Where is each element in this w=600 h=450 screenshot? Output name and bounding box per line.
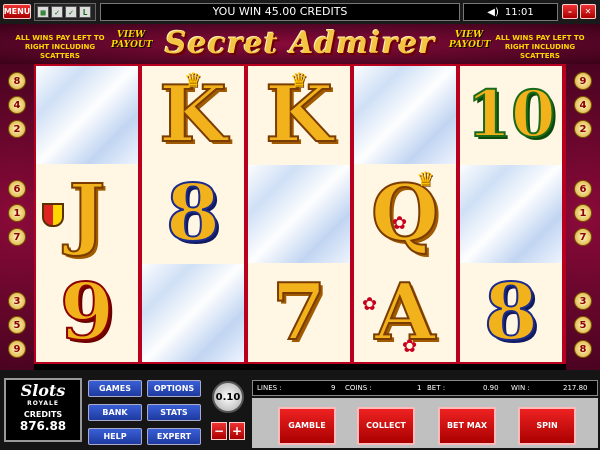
- coin-decrease-button[interactable]: −: [211, 422, 227, 440]
- payline-badge[interactable]: 4: [574, 96, 592, 114]
- rose-icon: ✿: [402, 336, 418, 357]
- options-button[interactable]: OPTIONS: [147, 380, 201, 397]
- check-icon-2[interactable]: ✓: [65, 6, 77, 18]
- menu-button[interactable]: MENU: [3, 4, 31, 19]
- reel-2: ♛ K 8: [142, 66, 244, 362]
- coins-label: COINS :: [345, 384, 372, 392]
- spin-button[interactable]: SPIN: [518, 407, 576, 445]
- coins-value: 1: [417, 384, 422, 392]
- eight-symbol: 8: [483, 267, 539, 358]
- view-payout-left-button[interactable]: VIEW PAYOUT: [111, 30, 152, 50]
- payline-badge[interactable]: 5: [574, 316, 592, 334]
- payline-badge[interactable]: 3: [574, 292, 592, 310]
- coin-size-display: 0.10: [212, 381, 244, 413]
- quick-icons: ▦ ✓ ✓ L: [34, 3, 96, 21]
- view-payout-right-button[interactable]: VIEW PAYOUT: [449, 30, 490, 50]
- jack-symbol: J: [36, 165, 138, 263]
- payline-badge[interactable]: 6: [8, 180, 26, 198]
- credits-display: Slots ROYALE CREDITS 876.88: [4, 378, 82, 442]
- payline-badge[interactable]: 8: [8, 72, 26, 90]
- speaker-icon[interactable]: ◀): [487, 7, 499, 18]
- clock-area: ◀) 11:01: [463, 3, 558, 21]
- diamond-scatter-symbol: [248, 165, 350, 263]
- win-message: YOU WIN 45.00 CREDITS: [100, 3, 460, 21]
- reel-5: 10 8: [460, 66, 562, 362]
- stats-button[interactable]: STATS: [147, 404, 201, 421]
- rule-text-right: ALL WINS PAY LEFT TO RIGHT INCLUDING SCA…: [495, 34, 585, 60]
- expert-button[interactable]: EXPERT: [147, 428, 201, 445]
- king-symbol: ♛ K: [264, 68, 334, 160]
- check-icon[interactable]: ✓: [51, 6, 63, 18]
- credits-value: 876.88: [19, 419, 67, 433]
- payline-badge[interactable]: 7: [8, 228, 26, 246]
- top-bar: MENU ▦ ✓ ✓ L YOU WIN 45.00 CREDITS ◀) 11…: [0, 0, 600, 24]
- payline-badge[interactable]: 6: [574, 180, 592, 198]
- payline-badge[interactable]: 3: [8, 292, 26, 310]
- crown-icon: ♛: [184, 68, 202, 92]
- ten-symbol: 10: [465, 77, 556, 152]
- shield-icon: [42, 203, 64, 227]
- casino-logo-sub: ROYALE: [27, 400, 59, 407]
- payline-badge[interactable]: 8: [574, 340, 592, 358]
- lines-label: LINES :: [257, 384, 282, 392]
- bet-label: BET :: [427, 384, 446, 392]
- help-button[interactable]: HELP: [88, 428, 142, 445]
- lines-value: 9: [331, 384, 336, 392]
- minimize-button[interactable]: –: [562, 4, 578, 19]
- reel-area: J 9 ♛ K 8 ♛ K 7 ♛ Q ✿ ✿ A ✿ 10 8: [34, 64, 566, 364]
- credits-label: CREDITS: [23, 410, 63, 419]
- list-icon[interactable]: L: [79, 6, 91, 18]
- ace-symbol: ✿ A ✿: [362, 267, 436, 358]
- payline-badge[interactable]: 7: [574, 228, 592, 246]
- payline-badge[interactable]: 2: [8, 120, 26, 138]
- bank-button[interactable]: BANK: [88, 404, 142, 421]
- coin-increase-button[interactable]: +: [229, 422, 245, 440]
- payline-badge[interactable]: 2: [574, 120, 592, 138]
- sound-icon[interactable]: ▦: [37, 6, 49, 18]
- reel-4: ♛ Q ✿ ✿ A ✿: [354, 66, 456, 362]
- rose-icon: ✿: [392, 213, 408, 234]
- game-banner: ALL WINS PAY LEFT TO RIGHT INCLUDING SCA…: [0, 24, 600, 64]
- diamond-scatter-symbol: [36, 66, 138, 164]
- payline-badge[interactable]: 4: [8, 96, 26, 114]
- rule-text-left: ALL WINS PAY LEFT TO RIGHT INCLUDING SCA…: [15, 34, 105, 60]
- bet-max-button[interactable]: BET MAX: [438, 407, 496, 445]
- collect-button[interactable]: COLLECT: [357, 407, 415, 445]
- payline-badge[interactable]: 1: [8, 204, 26, 222]
- king-symbol: ♛ K: [158, 68, 228, 160]
- win-value: 217.80: [563, 384, 588, 392]
- clock-time: 11:01: [504, 6, 534, 18]
- rose-icon: ✿: [362, 294, 378, 315]
- games-button[interactable]: GAMES: [88, 380, 142, 397]
- reel-3: ♛ K 7: [248, 66, 350, 362]
- gamble-button[interactable]: GAMBLE: [278, 407, 336, 445]
- payline-markers-left: 8 4 2 6 1 7 3 5 9: [0, 64, 34, 370]
- bet-stats-bar: LINES : 9 COINS : 1 BET : 0.90 WIN : 217…: [252, 380, 598, 396]
- casino-logo: Slots: [20, 381, 66, 400]
- crown-icon: ♛: [416, 167, 435, 191]
- game-title: Secret Admirer: [164, 26, 436, 61]
- payline-badge[interactable]: 9: [8, 340, 26, 358]
- win-label: WIN :: [511, 384, 530, 392]
- payline-badge[interactable]: 9: [574, 72, 592, 90]
- seven-symbol: 7: [271, 267, 327, 358]
- diamond-scatter-symbol: [142, 264, 244, 362]
- bet-value: 0.90: [483, 384, 499, 392]
- diamond-scatter-symbol: [460, 165, 562, 263]
- payline-badge[interactable]: 1: [574, 204, 592, 222]
- nine-symbol: 9: [59, 267, 115, 358]
- crown-icon: ♛: [290, 68, 308, 92]
- close-button[interactable]: ✕: [580, 4, 596, 19]
- payline-badge[interactable]: 5: [8, 316, 26, 334]
- queen-symbol: ♛ Q ✿: [370, 167, 440, 259]
- payline-markers-right: 9 4 2 6 1 7 3 5 8: [566, 64, 600, 370]
- reel-1: J 9: [36, 66, 138, 362]
- eight-symbol: 8: [165, 168, 221, 259]
- diamond-scatter-symbol: [354, 66, 456, 164]
